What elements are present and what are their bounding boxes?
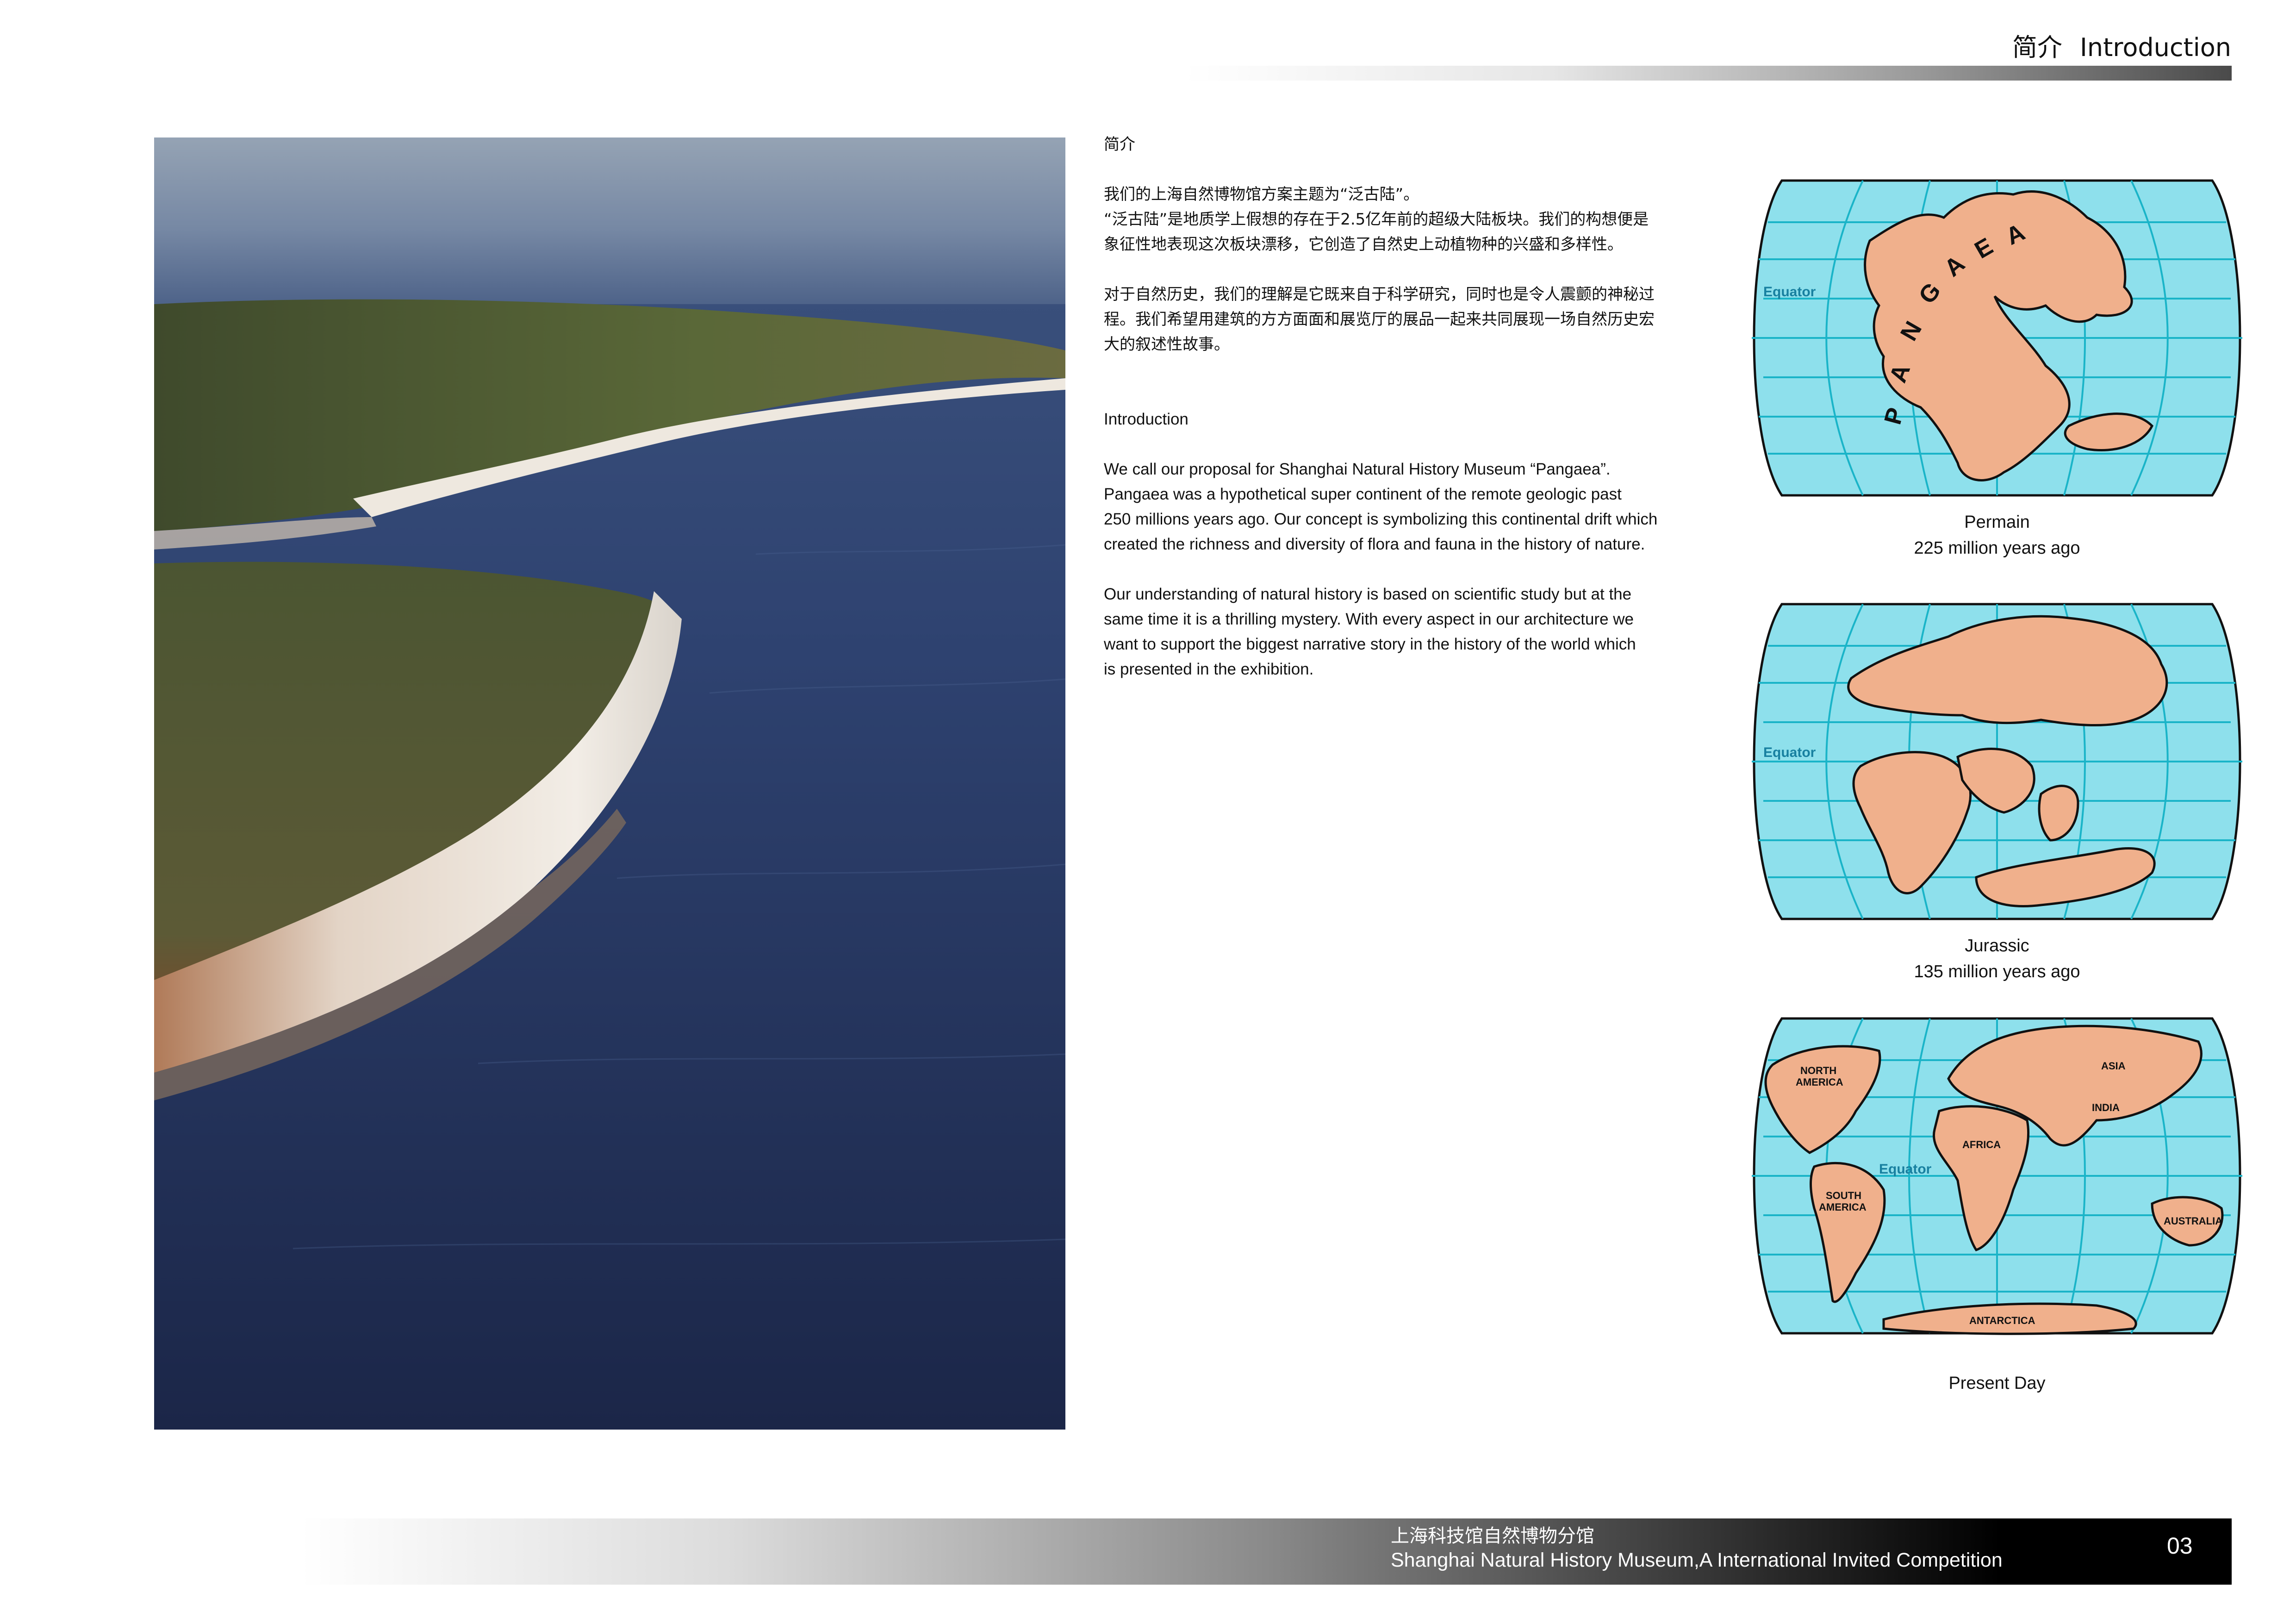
permian-caption-title: Permain [1964,512,2030,532]
permian-caption-age: 225 million years ago [1914,538,2080,558]
map-permian: Equator P A N G A E A Permain 225 millio… [1745,167,2249,561]
en-paragraph-2: Our understanding of natural history is … [1104,582,1724,682]
zh-paragraph-2: 对于自然历史，我们的理解是它既来自于科学研究，同时也是令人震颤的神秘过 程。我们… [1104,282,1724,357]
label-north-america: AMERICA [1796,1076,1843,1088]
en-p2-line: Our understanding of natural history is … [1104,585,1632,603]
zh-p1-line: 象征性地表现这次板块漂移，它创造了自然史上动植物种的兴盛和多样性。 [1104,235,1623,254]
present-day-globe-map: NORTH AMERICA SOUTH AMERICA AFRICA ASIA … [1752,1017,2242,1335]
footer-title-en: Shanghai Natural History Museum,A Intern… [1391,1549,2003,1571]
intro-text-column: 简介 我们的上海自然博物馆方案主题为“泛古陆”。 “泛古陆”是地质学上假想的存在… [1104,132,1724,707]
permian-globe-map: Equator P A N G A E A [1752,179,2242,497]
label-asia: ASIA [2101,1060,2126,1072]
en-paragraph-1: We call our proposal for Shanghai Natura… [1104,457,1724,557]
label-africa: AFRICA [1962,1139,2001,1150]
label-south-america: AMERICA [1819,1201,1867,1213]
label-india: INDIA [2092,1102,2120,1113]
zh-paragraph-1: 我们的上海自然博物馆方案主题为“泛古陆”。 “泛古陆”是地质学上假想的存在于2.… [1104,182,1724,257]
equator-label: Equator [1763,745,1816,760]
jurassic-caption: Jurassic 135 million years ago [1745,933,2249,985]
en-p2-line: same time it is a thrilling mystery. Wit… [1104,610,1634,628]
footer-title-zh: 上海科技馆自然博物分馆 [1391,1525,1594,1547]
equator-label: Equator [1879,1162,1932,1177]
label-antarctica: ANTARCTICA [1969,1315,2035,1326]
zh-p1-line: “泛古陆”是地质学上假想的存在于2.5亿年前的超级大陆板块。我们的构想便是 [1104,210,1649,229]
zh-heading: 简介 [1104,135,1135,154]
permian-caption: Permain 225 million years ago [1745,509,2249,561]
map-present-day: NORTH AMERICA SOUTH AMERICA AFRICA ASIA … [1745,1005,2249,1396]
en-p1-line: created the richness and diversity of fl… [1104,535,1645,553]
zh-p2-line: 程。我们希望用建筑的方方面面和展览厅的展品一起来共同展现一场自然历史宏 [1104,310,1655,329]
zh-p1-line: 我们的上海自然博物馆方案主题为“泛古陆”。 [1104,185,1419,204]
header-title-zh: 简介 [2012,33,2062,62]
label-north-america: NORTH [1800,1065,1836,1076]
present-day-caption: Present Day [1745,1370,2249,1396]
page-header-title: 简介 Introduction [2012,27,2231,63]
zh-p2-line: 大的叙述性故事。 [1104,335,1230,354]
coastline-photo [154,137,1065,1430]
jurassic-caption-age: 135 million years ago [1914,962,2080,981]
label-south-america: SOUTH [1826,1190,1861,1201]
zh-p2-line: 对于自然历史，我们的理解是它既来自于科学研究，同时也是令人震颤的神秘过 [1104,285,1655,304]
en-p2-line: is presented in the exhibition. [1104,660,1314,678]
en-heading: Introduction [1104,410,1188,428]
en-p1-line: We call our proposal for Shanghai Natura… [1104,460,1611,478]
header-gradient-bar [1185,66,2232,81]
jurassic-globe-map: Equator [1752,603,2242,920]
en-p1-line: Pangaea was a hypothetical super contine… [1104,485,1622,503]
equator-label: Equator [1763,284,1816,300]
en-p1-line: 250 millions years ago. Our concept is s… [1104,510,1658,528]
header-title-en: Introduction [2079,33,2231,62]
jurassic-caption-title: Jurassic [1965,936,2029,956]
footer-text: 上海科技馆自然博物分馆 Shanghai Natural History Mus… [1391,1524,2003,1573]
label-australia: AUSTRALIA [2164,1215,2222,1227]
present-day-caption-title: Present Day [1948,1374,2046,1393]
map-jurassic: Equator Jurassic 135 million years ago [1745,590,2249,985]
en-p2-line: want to support the biggest narrative st… [1104,635,1636,653]
page-number: 03 [2167,1533,2193,1559]
